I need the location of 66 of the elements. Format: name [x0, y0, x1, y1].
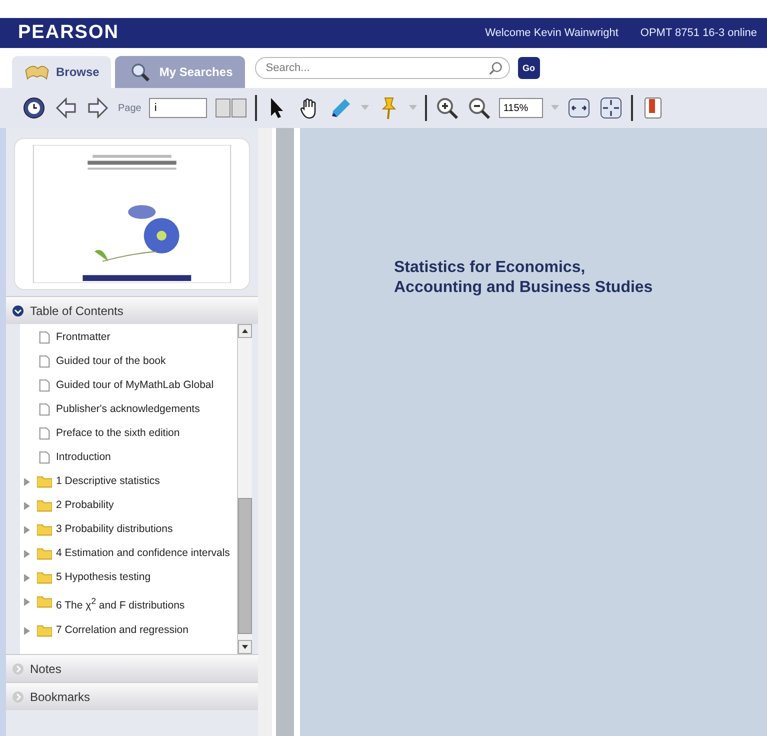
search-icon — [488, 61, 503, 75]
document-icon — [37, 451, 52, 464]
back-arrow-icon[interactable] — [54, 96, 78, 120]
toc-item[interactable]: 1 Descriptive statistics — [20, 470, 237, 494]
scroll-down-icon[interactable] — [238, 640, 252, 654]
logo: PEARSON — [18, 22, 119, 44]
folder-icon — [37, 624, 52, 636]
document-icon — [37, 331, 52, 344]
toc-item[interactable]: 5 Hypothesis testing — [20, 566, 237, 590]
accordion-header[interactable]: Table of Contents — [6, 296, 258, 324]
toc-item[interactable]: 6 The χ$^{2}$ and F distributions — [20, 590, 237, 618]
expand-icon — [12, 662, 24, 674]
page-label: Page — [118, 102, 142, 114]
tab[interactable]: Browse — [12, 56, 112, 88]
caret-icon[interactable] — [361, 105, 370, 111]
folder-icon — [37, 547, 52, 560]
expand-icon — [12, 690, 24, 702]
course-text: OPMT 8751 16-3 online — [640, 27, 757, 39]
toc-item[interactable]: Preface to the sixth edition — [20, 422, 237, 446]
scroll-up-icon[interactable] — [238, 324, 252, 338]
expand-arrow-icon[interactable] — [24, 574, 30, 582]
expand-icon — [12, 304, 24, 316]
document-icon — [37, 403, 52, 416]
expand-arrow-icon[interactable] — [24, 502, 30, 510]
page-input[interactable]: i — [149, 98, 208, 118]
caret-icon[interactable] — [551, 105, 560, 111]
toc-item[interactable]: Guided tour of MyMathLab Global — [20, 374, 237, 398]
fit-width-icon[interactable] — [567, 96, 592, 120]
document-icon — [37, 355, 52, 368]
toc-item[interactable]: Publisher's acknowledgements — [20, 398, 237, 422]
caret-icon[interactable] — [409, 105, 418, 111]
accordion-header[interactable]: Notes — [6, 654, 258, 682]
forward-arrow-icon[interactable] — [86, 96, 110, 120]
two-page-icon[interactable] — [215, 96, 248, 120]
accordion-header[interactable]: Bookmarks — [6, 682, 258, 710]
book-title: Statistics for Economics, — [394, 258, 586, 278]
toc-item[interactable]: 3 Probability distributions — [20, 518, 237, 542]
expand-arrow-icon[interactable] — [24, 550, 30, 558]
history-icon[interactable] — [22, 96, 46, 120]
search-field[interactable]: Search... — [254, 57, 510, 79]
folder-icon — [37, 571, 52, 584]
go-button[interactable]: Go — [518, 57, 540, 79]
folder-icon — [37, 595, 52, 608]
zoom-out-icon[interactable] — [467, 96, 492, 120]
splitter-handle[interactable] — [276, 128, 294, 736]
toc-item[interactable]: Frontmatter — [20, 326, 237, 350]
toc-item[interactable]: 7 Correlation and regression — [20, 618, 237, 642]
toc-item[interactable]: 4 Estimation and confidence intervals — [20, 542, 237, 566]
folder-icon — [37, 523, 52, 536]
zoom-input[interactable]: 115% — [499, 98, 544, 118]
folder-icon — [37, 475, 52, 488]
document-icon — [37, 427, 52, 440]
book-title: Accounting and Business Studies — [394, 278, 654, 298]
document-icon — [37, 379, 52, 392]
expand-arrow-icon[interactable] — [24, 478, 30, 486]
zoom-in-icon[interactable] — [435, 96, 460, 120]
expand-arrow-icon[interactable] — [24, 526, 30, 534]
toc-item[interactable]: Guided tour of the book — [20, 350, 237, 374]
expand-arrow-icon[interactable] — [24, 626, 30, 634]
fit-page-icon[interactable] — [599, 96, 624, 120]
toc-item[interactable]: Introduction — [20, 446, 237, 470]
toc-item[interactable]: 2 Probability — [20, 494, 237, 518]
expand-arrow-icon[interactable] — [24, 598, 30, 606]
scrollbar[interactable] — [237, 324, 252, 654]
folder-icon — [37, 499, 52, 512]
welcome-text: Welcome Kevin Wainwright — [485, 27, 618, 39]
